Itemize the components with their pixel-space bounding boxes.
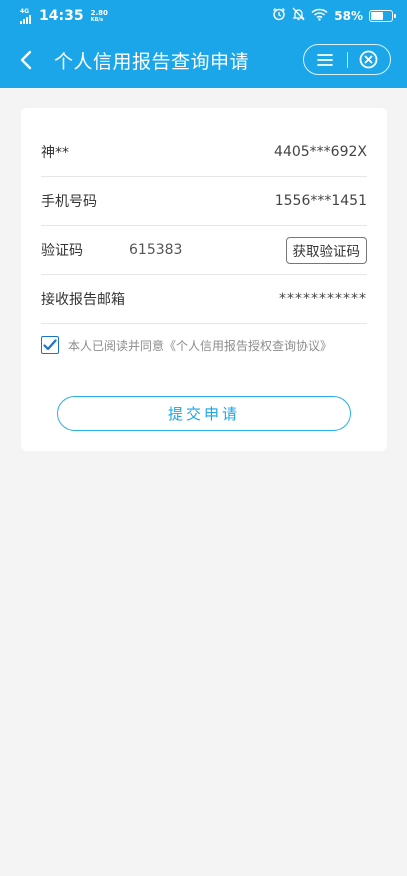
email-value[interactable]: *********** — [279, 291, 367, 307]
close-circle-icon — [359, 50, 378, 69]
speed-unit: KB/s — [90, 16, 104, 23]
mute-bell-icon — [292, 7, 305, 25]
signal-icon: 4G — [20, 8, 31, 24]
agree-checkbox[interactable] — [41, 336, 59, 354]
battery-level — [371, 12, 383, 20]
application-form-card: 神** 4405***692X 手机号码 1556***1451 验证码 615… — [21, 108, 387, 451]
phone-label: 手机号码 — [41, 194, 97, 210]
wifi-icon — [311, 8, 328, 25]
back-button[interactable] — [2, 32, 50, 88]
status-bar: 4G 14:35 2.80 KB/s 58% — [0, 0, 407, 32]
mini-app-capsule — [303, 44, 391, 75]
verification-code-label: 验证码 — [41, 243, 83, 259]
alarm-icon — [272, 7, 286, 25]
speed-value: 2.80 — [90, 8, 108, 17]
verification-code-row: 验证码 615383 获取验证码 — [41, 226, 367, 275]
phone-value: 1556***1451 — [274, 193, 367, 209]
phone-row: 手机号码 1556***1451 — [41, 177, 367, 226]
name-label: 神** — [41, 145, 69, 161]
email-row: 接收报告邮箱 *********** — [41, 275, 367, 324]
battery-percent: 58% — [334, 9, 363, 23]
menu-button[interactable] — [304, 45, 347, 74]
menu-icon — [317, 53, 334, 66]
page-title: 个人信用报告查询申请 — [54, 50, 250, 73]
network-speed: 2.80 KB/s — [90, 8, 108, 23]
check-icon — [43, 339, 57, 351]
get-code-button[interactable]: 获取验证码 — [285, 236, 367, 264]
close-button[interactable] — [348, 45, 391, 74]
nav-bar: 个人信用报告查询申请 — [0, 32, 407, 88]
name-row: 神** 4405***692X — [41, 128, 367, 177]
battery-icon — [369, 10, 396, 22]
email-label: 接收报告邮箱 — [41, 292, 125, 308]
chevron-left-icon — [20, 50, 32, 70]
agreement-text[interactable]: 本人已阅读并同意《个人信用报告授权查询协议》 — [68, 337, 332, 354]
app-header: 4G 14:35 2.80 KB/s 58% 个人信用报告查询申请 — [0, 0, 407, 88]
agreement-row: 本人已阅读并同意《个人信用报告授权查询协议》 — [41, 336, 332, 354]
status-time: 14:35 — [39, 8, 84, 24]
id-number-value: 4405***692X — [274, 144, 367, 160]
verification-code-input[interactable]: 615383 — [129, 242, 182, 258]
submit-button[interactable]: 提交申请 — [57, 396, 351, 431]
